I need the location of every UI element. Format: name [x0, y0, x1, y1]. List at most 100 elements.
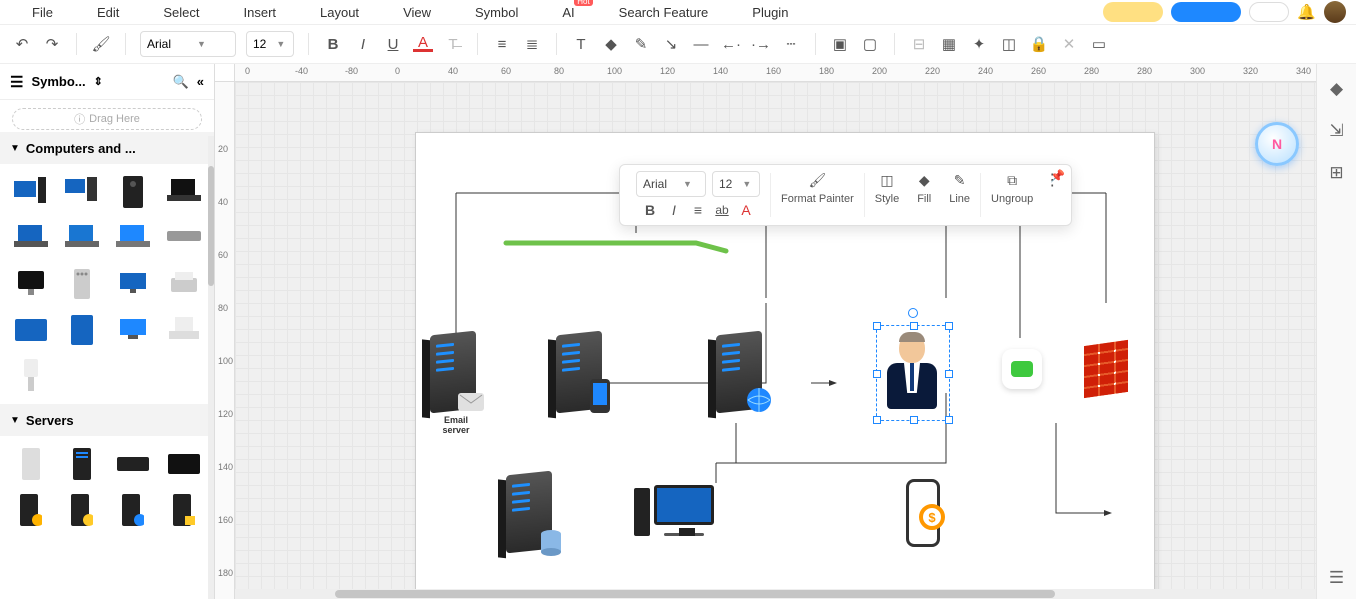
shape-desktop[interactable] [8, 172, 53, 212]
shape-server-tower-dark[interactable] [59, 444, 104, 484]
shape-server-flat[interactable] [110, 444, 155, 484]
rotate-handle[interactable] [908, 308, 918, 318]
font-size-select[interactable]: 12▼ [246, 31, 294, 57]
line-style-tool[interactable]: — [691, 34, 711, 54]
selection-box[interactable] [876, 325, 950, 421]
resize-handle-ne[interactable] [945, 322, 953, 330]
upgrade-button[interactable] [1103, 2, 1163, 22]
resize-handle-sw[interactable] [873, 416, 881, 424]
ctx-align[interactable]: ≡ [689, 201, 707, 219]
bell-icon[interactable]: 🔔 [1297, 3, 1316, 21]
ai-assistant-button[interactable]: N [1255, 122, 1299, 166]
shape-pc-monitor[interactable] [59, 172, 104, 212]
resize-handle-w[interactable] [873, 370, 881, 378]
shape-laptop-side[interactable] [59, 218, 104, 258]
resize-handle-s[interactable] [910, 416, 918, 424]
line-color-tool[interactable]: ✎ [631, 34, 651, 54]
menu-ai[interactable]: AIHot [540, 3, 596, 22]
format-painter-button[interactable]: 🖌 [91, 34, 111, 54]
search-icon[interactable]: 🔍 [173, 74, 189, 90]
share-button[interactable] [1171, 2, 1241, 22]
connector-tool[interactable]: ↘ [661, 34, 681, 54]
menu-search-feature[interactable]: Search Feature [597, 3, 731, 22]
shape-tablet-portrait[interactable] [59, 310, 104, 350]
bold-button[interactable]: B [323, 34, 343, 54]
panel-scrollbar[interactable] [208, 136, 214, 599]
ctx-font-select[interactable]: Arial▼ [636, 171, 706, 197]
menu-select[interactable]: Select [141, 3, 221, 22]
undo-button[interactable]: ↶ [12, 34, 32, 54]
group-button[interactable]: ▦ [939, 34, 959, 54]
shape-display[interactable] [110, 310, 155, 350]
node-db-server[interactable] [506, 473, 552, 551]
resize-handle-se[interactable] [945, 416, 953, 424]
italic-button[interactable]: I [353, 34, 373, 54]
shape-laptop-open[interactable] [8, 218, 53, 258]
scrollbar-thumb[interactable] [335, 590, 1055, 598]
menu-icon[interactable]: ☰ [1326, 567, 1348, 589]
scrollbar-thumb[interactable] [208, 166, 214, 286]
fill-tool[interactable]: ◆ [601, 34, 621, 54]
ctx-size-select[interactable]: 12▼ [712, 171, 760, 197]
theme-icon[interactable]: ◆ [1326, 78, 1348, 100]
category-servers[interactable]: ▼Servers [0, 404, 214, 436]
shape-printer[interactable] [161, 264, 206, 304]
export-icon[interactable]: ⇲ [1326, 120, 1348, 142]
line-dash-tool[interactable]: ┄ [781, 34, 801, 54]
line-spacing-button[interactable]: ≣ [522, 34, 542, 54]
menu-plugin[interactable]: Plugin [730, 3, 810, 22]
lock-button[interactable]: 🔒 [1029, 34, 1049, 54]
send-back-button[interactable]: ▢ [860, 34, 880, 54]
category-computers[interactable]: ▼Computers and ... [0, 132, 214, 164]
shape-pos-terminal[interactable] [161, 310, 206, 350]
node-email-server[interactable]: Email server [430, 333, 476, 411]
ctx-font-color[interactable]: A [737, 201, 755, 219]
shape-server-key[interactable] [59, 490, 104, 530]
presentation-button[interactable]: ▭ [1089, 34, 1109, 54]
menu-view[interactable]: View [381, 3, 453, 22]
ctx-ungroup[interactable]: ⧉ Ungroup [983, 171, 1041, 205]
ctx-bold[interactable]: B [641, 201, 659, 219]
font-color-button[interactable]: A [413, 36, 433, 52]
shape-imac[interactable] [8, 264, 53, 304]
shape-tablet-landscape[interactable] [8, 310, 53, 350]
shape-laptop-closed[interactable] [161, 218, 206, 258]
ctx-line[interactable]: ✎ Line [941, 171, 978, 205]
shape-monitor[interactable] [110, 264, 155, 304]
underline-button[interactable]: U [383, 34, 403, 54]
notification-pill[interactable] [1249, 2, 1289, 22]
menu-insert[interactable]: Insert [222, 3, 299, 22]
bring-front-button[interactable]: ▣ [830, 34, 850, 54]
drag-drop-zone[interactable]: ⓘDrag Here [12, 108, 202, 130]
shape-laptop-dark[interactable] [161, 172, 206, 212]
pin-icon[interactable]: 📌 [1050, 169, 1065, 183]
node-workstation[interactable] [634, 485, 714, 536]
align-button[interactable]: ≡ [492, 34, 512, 54]
resize-handle-n[interactable] [910, 322, 918, 330]
text-tool[interactable]: T [571, 34, 591, 54]
menu-layout[interactable]: Layout [298, 3, 381, 22]
shape-server-tower-light[interactable] [8, 444, 53, 484]
shape-server-folder[interactable] [161, 490, 206, 530]
shape-server-rack[interactable] [161, 444, 206, 484]
shape-server-globe[interactable] [110, 490, 155, 530]
shape-tower[interactable] [110, 172, 155, 212]
shape-server-shield[interactable] [8, 490, 53, 530]
canvas-grid[interactable]: Email server [235, 82, 1316, 599]
shape-laptop-front[interactable] [110, 218, 155, 258]
canvas-h-scrollbar[interactable] [235, 589, 1316, 599]
ctx-text-style[interactable]: ab [713, 201, 731, 219]
menu-symbol[interactable]: Symbol [453, 3, 540, 22]
expand-icon[interactable]: ⇕ [94, 75, 103, 88]
resize-handle-nw[interactable] [873, 322, 881, 330]
apps-icon[interactable]: ⊞ [1326, 162, 1348, 184]
ctx-fill[interactable]: ◆ Fill [907, 171, 941, 205]
effects-button[interactable]: ✦ [969, 34, 989, 54]
shape-mac-pro[interactable] [59, 264, 104, 304]
crop-button[interactable]: ◫ [999, 34, 1019, 54]
node-cloud-app[interactable] [1002, 349, 1042, 389]
library-icon[interactable]: ☰ [10, 73, 23, 91]
redo-button[interactable]: ↷ [42, 34, 62, 54]
user-avatar[interactable] [1324, 1, 1346, 23]
arrow-end-tool[interactable]: ·→ [751, 34, 771, 54]
